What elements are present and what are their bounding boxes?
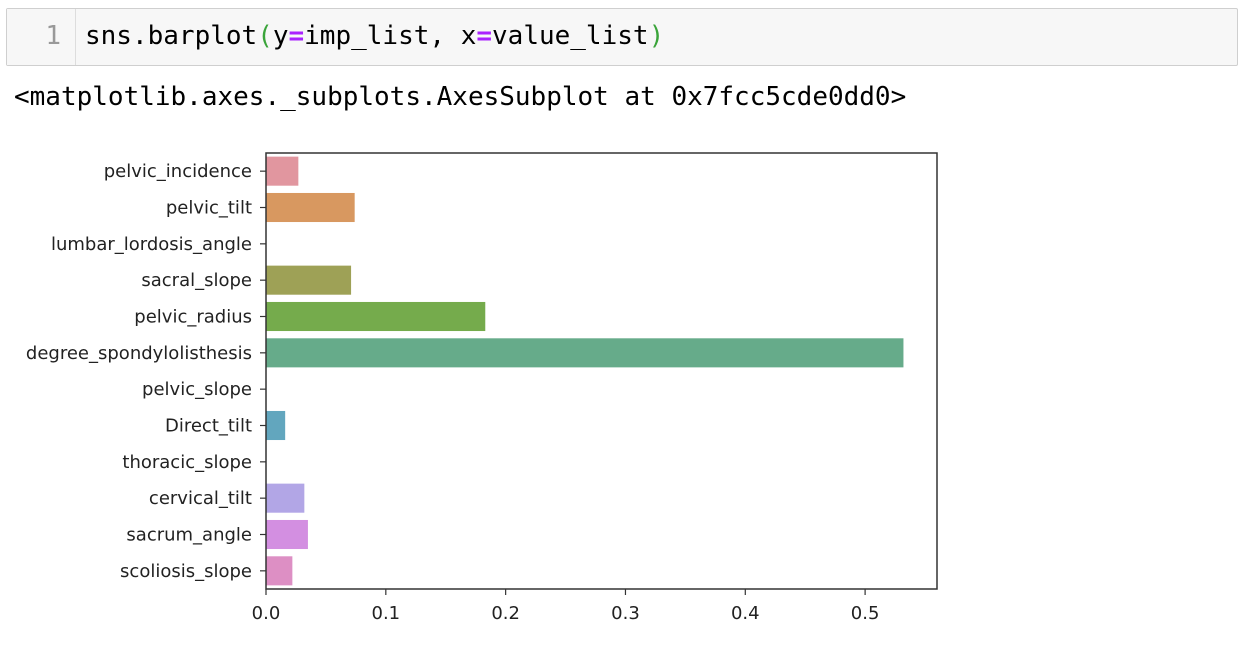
bar-group <box>266 156 904 586</box>
x-tick-group: 0.0 0.1 0.2 0.3 0.4 0.5 <box>252 589 880 624</box>
code-arg-x-value: value_list <box>492 21 649 51</box>
category-label-group: pelvic_incidence pelvic_tilt lumbar_lordos… <box>26 161 266 582</box>
y-tick-label: sacral_slope <box>141 270 252 291</box>
bar-chart: pelvic_incidence pelvic_tilt lumbar_lordos… <box>26 152 938 624</box>
x-tick-label: 0.0 <box>252 603 281 624</box>
code-equals-x: = <box>476 21 493 51</box>
x-tick-label: 0.3 <box>611 603 640 624</box>
bar-pelvic-tilt <box>266 192 355 223</box>
y-tick-label: sacrum_angle <box>126 525 252 546</box>
x-tick-label: 0.1 <box>372 603 401 624</box>
line-number: 1 <box>45 21 61 51</box>
y-tick-label: lumbar_lordosis_angle <box>51 234 252 255</box>
code-input-cell[interactable]: 1 sns.barplot(y=imp_list, x=value_list) <box>6 8 1238 66</box>
code-close-paren: ) <box>648 21 665 51</box>
bar-scoliosis-slope <box>266 556 293 586</box>
code-open-paren: ( <box>257 21 273 51</box>
bar-direct-tilt <box>266 410 286 441</box>
y-tick-label: Direct_tilt <box>165 416 252 437</box>
line-number-gutter: 1 <box>7 9 76 65</box>
y-tick-label: pelvic_incidence <box>104 161 252 182</box>
x-tick-label: 0.5 <box>851 603 880 624</box>
bar-pelvic-incidence <box>266 156 299 186</box>
code-line[interactable]: sns.barplot(y=imp_list, x=value_list) <box>85 21 664 51</box>
y-tick-label: thoracic_slope <box>122 452 252 473</box>
x-tick-label: 0.4 <box>731 603 760 624</box>
y-tick-label: pelvic_slope <box>142 379 252 400</box>
axes-frame <box>265 152 938 590</box>
bar-cervical-tilt <box>266 483 305 513</box>
code-function: sns.barplot <box>85 21 258 51</box>
code-arg-x-name: x <box>460 21 477 51</box>
y-tick-label: degree_spondylolisthesis <box>26 343 252 364</box>
bar-sacral-slope <box>266 265 352 295</box>
y-tick-label: cervical_tilt <box>149 488 252 509</box>
code-arg-y-value: imp_list, <box>304 21 461 51</box>
y-tick-label: scoliosis_slope <box>120 561 252 582</box>
y-tick-label: pelvic_radius <box>134 307 252 328</box>
code-arg-y-name: y <box>272 21 289 51</box>
x-tick-label: 0.2 <box>491 603 520 624</box>
code-equals-y: = <box>288 21 305 51</box>
y-tick-label: pelvic_tilt <box>166 198 252 219</box>
bar-sacrum-angle <box>266 519 308 550</box>
bar-pelvic-radius <box>266 301 486 332</box>
bar-degree-spondylolisthesis <box>266 338 904 368</box>
output-repr-text: <matplotlib.axes._subplots.AxesSubplot a… <box>14 82 907 112</box>
